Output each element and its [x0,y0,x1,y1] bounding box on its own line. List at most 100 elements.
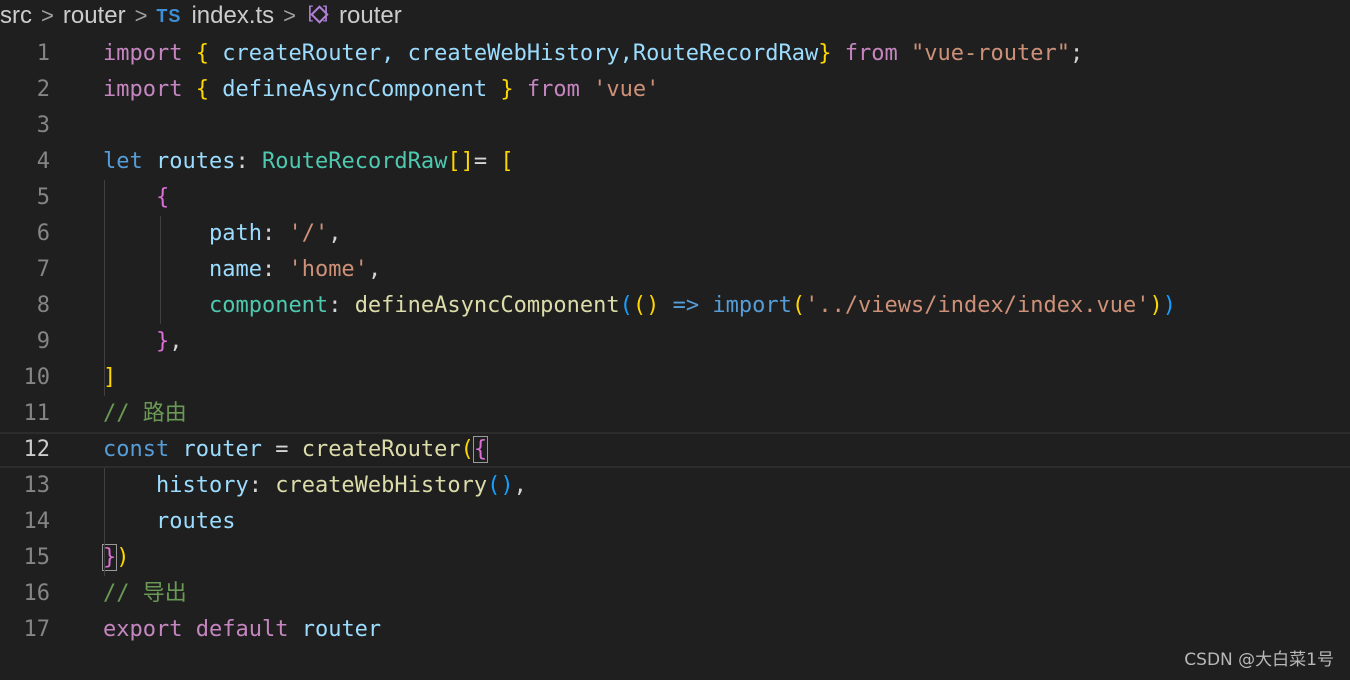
code-token: from [526,77,580,102]
code-token: '/' [288,221,329,246]
code-token: defineAsyncComponent [354,293,620,318]
code-token: createWebHistory [275,473,488,498]
code-token: '../views/index/index.vue' [805,293,1150,318]
code-line[interactable]: 15}) [0,540,1350,576]
line-number: 12 [23,437,51,462]
code-token: ) [1149,293,1163,318]
typescript-file-icon: TS [156,5,182,26]
code-token: ( [619,293,633,318]
chevron-right-icon: > [41,3,54,28]
line-number: 16 [23,581,51,606]
code-token: routes [156,149,236,174]
line-number: 4 [36,149,50,174]
code-token: let [103,149,143,174]
code-line[interactable]: 12 const router = createRouter({ [0,432,1350,468]
code-text: export default router [103,612,381,648]
code-token: ) [116,545,130,570]
line-number: 5 [36,185,50,210]
code-token: => [672,293,700,318]
chevron-right-icon: > [283,3,297,28]
breadcrumb-item-symbol[interactable]: router [339,2,402,30]
code-line[interactable]: 2 import { defineAsyncComponent } from 'v… [0,72,1350,108]
code-line[interactable]: 17 export default router [0,612,1350,648]
code-token: "vue-router" [911,41,1070,66]
code-text: // 路由 [103,396,187,432]
line-number: 2 [36,77,50,102]
code-token: defineAsyncComponent [208,77,501,102]
code-token: name [208,257,262,282]
code-token: RouteRecordRaw [261,149,448,174]
breadcrumb-item-router-folder[interactable]: router [63,2,126,30]
code-text: }) [101,540,130,576]
breadcrumb-item-src[interactable]: src [0,2,32,30]
code-text: { [103,180,169,216]
code-line[interactable]: 1 import { createRouter, createWebHistory… [0,36,1350,72]
code-token: [ [500,149,514,174]
code-line[interactable]: 3 [0,108,1350,144]
code-editor[interactable]: 1 import { createRouter, createWebHistory… [0,36,1350,680]
code-line[interactable]: 13 history: createWebHistory(), [0,468,1350,504]
code-text: import { defineAsyncComponent } from 'vu… [103,72,659,108]
code-text: component: defineAsyncComponent(() => im… [103,288,1176,324]
watermark: CSDN @大白菜1号 [1184,650,1334,670]
code-token: , [169,329,183,354]
code-token: 'home' [288,257,368,282]
code-line[interactable]: 14 routes [0,504,1350,540]
code-line[interactable]: 10] [0,360,1350,396]
line-number: 14 [23,509,51,534]
code-line[interactable]: 4 let routes: RouteRecordRaw[]= [ [0,144,1350,180]
line-number: 9 [36,329,50,354]
line-number: 11 [23,401,51,426]
code-text: const router = createRouter({ [103,434,489,466]
chevron-right-icon: > [134,3,148,28]
code-token: 'vue' [593,77,660,102]
code-token: import [103,41,183,66]
code-line[interactable]: 6 path: '/', [0,216,1350,252]
code-token: // 导出 [103,581,187,606]
code-token: import [712,293,792,318]
code-token: from [844,41,898,66]
code-token: [] [447,149,474,174]
code-token: : [261,221,289,246]
code-token: , [367,257,382,282]
code-token: router [182,437,262,462]
indent-guide [104,180,105,396]
code-token: } [155,329,170,354]
code-token: import [103,77,183,102]
line-number: 8 [36,293,50,318]
code-token: default [195,617,289,642]
code-token: ( [791,293,806,318]
line-number: 13 [23,473,51,498]
code-line[interactable]: 16 // 导出 [0,576,1350,612]
code-line[interactable]: 8 component: defineAsyncComponent(() => … [0,288,1350,324]
line-number: 15 [23,545,51,570]
line-number: 17 [23,617,51,642]
code-line[interactable]: 9 }, [0,324,1350,360]
code-line[interactable]: 7 name: 'home', [0,252,1350,288]
code-token: { [472,436,489,463]
code-token: path [208,221,262,246]
breadcrumb-item-file[interactable]: index.ts [191,2,274,30]
code-token: // 路由 [103,401,187,426]
code-line[interactable]: 5 { [0,180,1350,216]
code-line[interactable]: 11 // 路由 [0,396,1350,432]
code-token: history [155,473,249,498]
code-token: () [487,473,514,498]
line-number: 1 [36,41,50,66]
